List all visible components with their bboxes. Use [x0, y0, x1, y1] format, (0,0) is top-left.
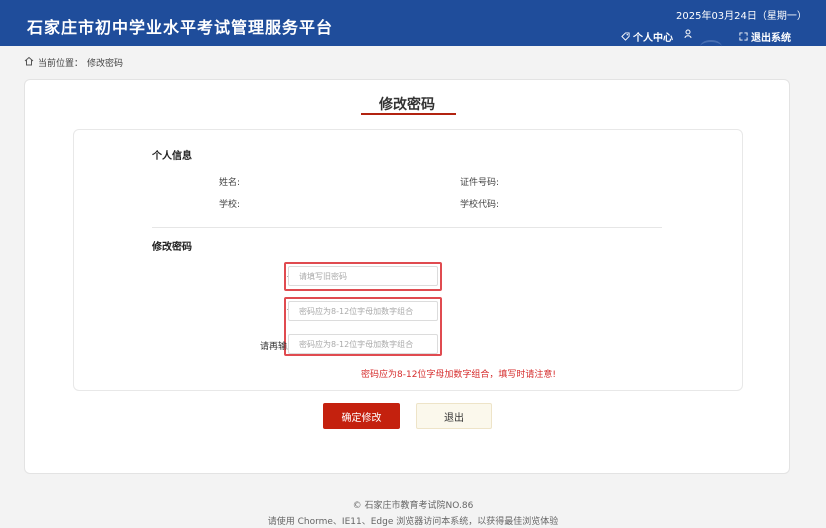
- id-number-label: 证件号码:: [460, 178, 500, 188]
- logout-link[interactable]: 退出系统: [739, 29, 791, 44]
- change-password-title: 修改密码: [152, 242, 192, 253]
- home-icon: [24, 56, 34, 69]
- school-code-label: 学校代码:: [460, 200, 500, 210]
- user-icon: [684, 29, 694, 39]
- breadcrumb: 当前位置： 修改密码: [24, 56, 123, 69]
- site-title: 石家庄市初中学业水平考试管理服务平台: [27, 18, 334, 37]
- main-card: 修改密码 个人信息 姓名: 证件号码: 学校: 学校代码: 修改密码 请输入旧密…: [24, 79, 790, 474]
- logout-label: 退出系统: [751, 33, 791, 44]
- school-label: 学校:: [219, 200, 241, 210]
- footer-copyright: © 石家庄市教育考试院NO.86: [352, 501, 474, 511]
- form-panel: 个人信息 姓名: 证件号码: 学校: 学校代码: 修改密码 请输入旧密码: 请输…: [73, 129, 743, 391]
- password-hint: 密码应为8-12位字母加数字组合，填写时请注意!: [361, 370, 557, 380]
- user-center-label: 个人中心: [633, 33, 673, 44]
- page-title: 修改密码: [379, 97, 435, 113]
- exit-button[interactable]: 退出: [416, 403, 492, 429]
- confirm-password-input[interactable]: [288, 334, 438, 354]
- user-center-link[interactable]: 个人中心: [621, 29, 673, 44]
- breadcrumb-current[interactable]: 修改密码: [87, 56, 123, 69]
- title-underline: [361, 113, 456, 115]
- breadcrumb-prefix: 当前位置：: [38, 59, 84, 69]
- expand-icon: [739, 32, 748, 41]
- header-bar: 石家庄市初中学业水平考试管理服务平台 2025年03月24日（星期一） 个人中心…: [0, 0, 826, 46]
- personal-info-title: 个人信息: [152, 151, 192, 162]
- name-label: 姓名:: [219, 178, 241, 188]
- tag-icon: [621, 32, 630, 41]
- decorative-arc: [700, 40, 722, 54]
- new-password-input[interactable]: [288, 301, 438, 321]
- user-icon-button[interactable]: [684, 29, 694, 39]
- confirm-change-button[interactable]: 确定修改: [323, 403, 400, 429]
- old-password-input[interactable]: [288, 266, 438, 286]
- footer-browser-note: 请使用 Chorme、IE11、Edge 浏览器访问本系统，以获得最佳浏览体验: [267, 517, 559, 527]
- current-date: 2025年03月24日（星期一）: [676, 11, 807, 22]
- section-divider: [152, 227, 662, 228]
